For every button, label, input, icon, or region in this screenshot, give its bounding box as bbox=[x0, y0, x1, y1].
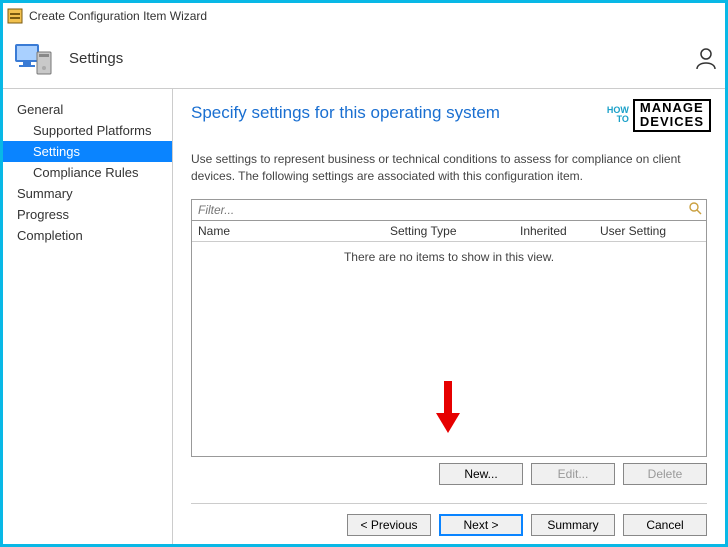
wizard-window: Create Configuration Item Wizard Setting… bbox=[0, 0, 728, 547]
col-name[interactable]: Name bbox=[198, 224, 390, 238]
delete-button: Delete bbox=[623, 463, 707, 485]
watermark-to: TO bbox=[607, 115, 629, 124]
nav-compliance-rules[interactable]: Compliance Rules bbox=[3, 162, 172, 183]
new-button[interactable]: New... bbox=[439, 463, 523, 485]
empty-message: There are no items to show in this view. bbox=[192, 242, 706, 456]
wizard-button-row: < Previous Next > Summary Cancel bbox=[191, 503, 707, 536]
col-setting-type[interactable]: Setting Type bbox=[390, 224, 520, 238]
col-user-setting[interactable]: User Setting bbox=[600, 224, 700, 238]
filter-box bbox=[191, 199, 707, 221]
item-button-row: New... Edit... Delete bbox=[191, 463, 707, 485]
watermark-manage: MANAGE bbox=[640, 101, 704, 115]
cancel-button[interactable]: Cancel bbox=[623, 514, 707, 536]
col-inherited[interactable]: Inherited bbox=[520, 224, 600, 238]
body: General Supported Platforms Settings Com… bbox=[3, 89, 725, 544]
previous-button[interactable]: < Previous bbox=[347, 514, 431, 536]
nav-supported-platforms[interactable]: Supported Platforms bbox=[3, 120, 172, 141]
watermark-devices: DEVICES bbox=[640, 115, 704, 129]
filter-input[interactable] bbox=[196, 202, 688, 218]
nav-progress[interactable]: Progress bbox=[3, 204, 172, 225]
next-button[interactable]: Next > bbox=[439, 514, 523, 536]
titlebar: Create Configuration Item Wizard bbox=[3, 3, 725, 29]
app-icon bbox=[7, 8, 23, 24]
user-icon bbox=[695, 47, 717, 74]
content-pane: HOW TO MANAGE DEVICES Specify settings f… bbox=[173, 89, 725, 544]
edit-button: Edit... bbox=[531, 463, 615, 485]
description-text: Use settings to represent business or te… bbox=[191, 151, 707, 185]
nav-completion[interactable]: Completion bbox=[3, 225, 172, 246]
table-header: Name Setting Type Inherited User Setting bbox=[192, 221, 706, 242]
nav-settings[interactable]: Settings bbox=[3, 141, 172, 162]
computer-icon bbox=[13, 38, 55, 80]
settings-table: Name Setting Type Inherited User Setting… bbox=[191, 221, 707, 457]
window-title: Create Configuration Item Wizard bbox=[29, 9, 207, 23]
sidebar: General Supported Platforms Settings Com… bbox=[3, 89, 173, 544]
nav-summary[interactable]: Summary bbox=[3, 183, 172, 204]
header-strip: Settings bbox=[3, 29, 725, 89]
nav-general[interactable]: General bbox=[3, 99, 172, 120]
search-icon[interactable] bbox=[688, 201, 702, 218]
header-title: Settings bbox=[69, 50, 123, 67]
summary-button[interactable]: Summary bbox=[531, 514, 615, 536]
watermark-logo: HOW TO MANAGE DEVICES bbox=[607, 99, 711, 132]
